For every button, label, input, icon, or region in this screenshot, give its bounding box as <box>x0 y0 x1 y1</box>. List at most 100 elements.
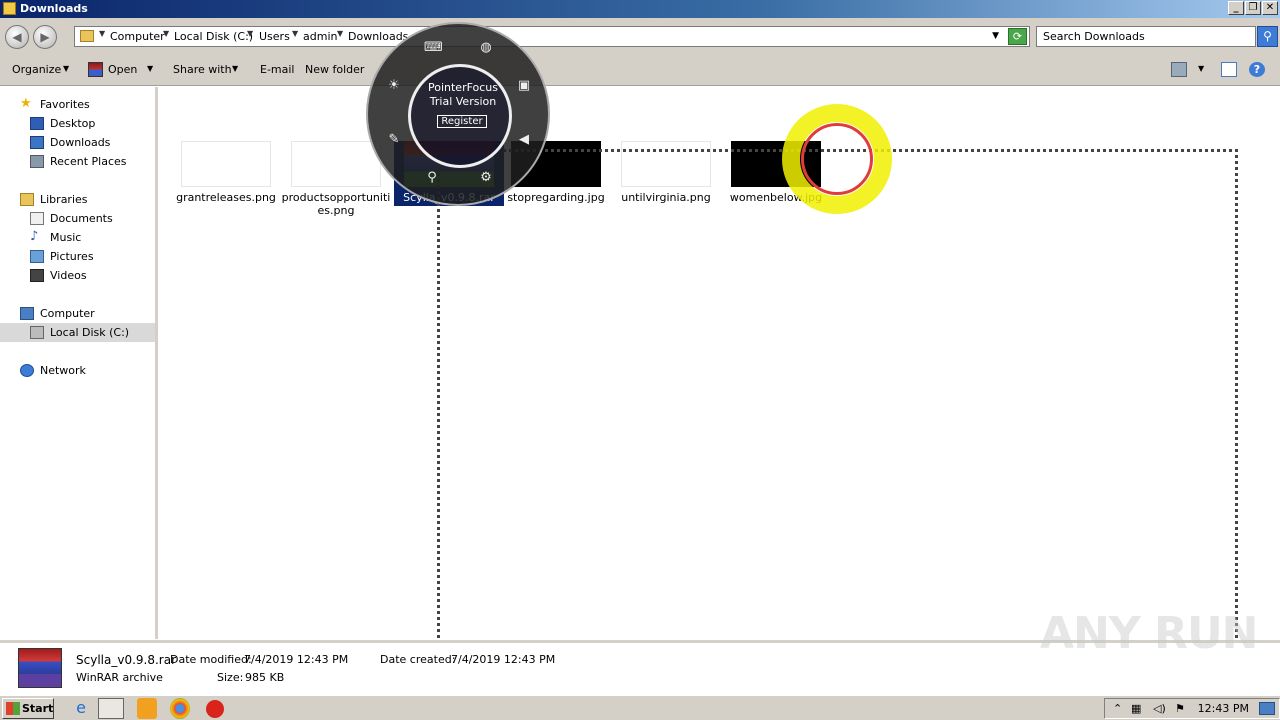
stop-icon[interactable] <box>206 700 224 718</box>
drive-icon <box>30 326 44 339</box>
title-bar: Downloads _ ❐ ✕ <box>0 0 1280 18</box>
email-button[interactable]: E-mail <box>260 63 295 76</box>
sidebar-item-local-disk[interactable]: Local Disk (C:) <box>0 323 155 342</box>
chevron-down-icon[interactable]: ▼ <box>1198 64 1204 73</box>
sidebar-item-libraries[interactable]: Libraries <box>0 190 155 209</box>
volume-icon[interactable]: ◀ <box>516 132 532 148</box>
details-date-created: 7/4/2019 12:43 PM <box>451 653 556 666</box>
eraser-icon[interactable]: ◍ <box>478 40 494 56</box>
sidebar-item-pictures[interactable]: Pictures <box>0 247 155 266</box>
sidebar-item-recent-places[interactable]: Recent Places <box>0 152 155 171</box>
sidebar-item-favorites[interactable]: ★ Favorites <box>0 95 155 114</box>
videos-icon <box>30 269 44 282</box>
recent-places-icon <box>30 155 44 168</box>
refresh-icon[interactable]: ⟳ <box>1008 28 1027 45</box>
folder-icon <box>80 30 94 42</box>
chevron-up-icon[interactable]: ⌃ <box>1113 702 1122 715</box>
desktop-icon <box>30 117 44 130</box>
breadcrumb-users[interactable]: Users <box>259 30 290 43</box>
search-icon[interactable]: ⚲ <box>1257 26 1278 47</box>
preview-pane-icon[interactable] <box>1221 62 1237 77</box>
pointerfocus-title: PointerFocus <box>427 81 499 94</box>
breadcrumb-local-disk[interactable]: Local Disk (C:) <box>174 30 253 43</box>
details-filename: Scylla_v0.9.8.rar <box>76 653 177 667</box>
sidebar-item-downloads[interactable]: Downloads <box>0 133 155 152</box>
chevron-icon[interactable]: ▼ <box>337 29 343 38</box>
clock[interactable]: 12:43 PM <box>1198 702 1249 715</box>
help-icon[interactable]: ? <box>1249 62 1265 77</box>
search-input[interactable]: Search Downloads <box>1036 26 1256 47</box>
back-button[interactable]: ◀ <box>5 25 29 49</box>
file-thumbnail <box>291 141 381 187</box>
chevron-down-icon[interactable]: ▼ <box>63 64 69 73</box>
breadcrumb-admin[interactable]: admin <box>303 30 337 43</box>
chevron-icon[interactable]: ▼ <box>247 29 253 38</box>
network-icon <box>20 364 34 377</box>
view-icon[interactable] <box>1171 62 1187 77</box>
window-icon[interactable]: ▣ <box>516 78 532 94</box>
restore-button[interactable]: ❐ <box>1245 1 1261 15</box>
window-title: Downloads <box>20 2 88 15</box>
address-bar[interactable]: ▼ Computer ▼ Local Disk (C:) ▼ Users ▼ a… <box>74 26 1030 47</box>
register-button[interactable]: Register <box>437 115 487 128</box>
chevron-icon[interactable]: ▼ <box>163 29 169 38</box>
cursor-click-ring <box>801 123 873 195</box>
media-player-icon[interactable] <box>137 698 157 719</box>
chrome-icon[interactable] <box>170 698 190 719</box>
magnifier-icon[interactable]: ⚲ <box>424 170 440 186</box>
breadcrumb-downloads[interactable]: Downloads <box>348 30 408 43</box>
lightbulb-icon[interactable]: ☀ <box>386 78 402 94</box>
keyboard-icon[interactable]: ⌨ <box>424 40 443 56</box>
minimize-button[interactable]: _ <box>1228 1 1244 15</box>
folder-icon <box>3 2 16 15</box>
show-desktop-icon[interactable] <box>1259 702 1275 715</box>
share-with-button[interactable]: Share with <box>173 63 232 76</box>
sidebar-item-music[interactable]: ♪ Music <box>0 228 155 247</box>
chevron-icon[interactable]: ▼ <box>292 29 298 38</box>
winrar-icon <box>18 648 62 688</box>
explorer-taskbar-button[interactable] <box>98 698 124 719</box>
ie-icon[interactable]: e <box>68 698 94 719</box>
pointerfocus-menu[interactable]: ⌨ ◍ ▣ ◀ ⚙ ⚲ ✎ ☀ PointerFocus Trial Versi… <box>366 22 550 206</box>
downloads-icon <box>30 136 44 149</box>
details-date-created-label: Date created: <box>380 653 456 666</box>
new-folder-button[interactable]: New folder <box>305 63 364 76</box>
volume-tray-icon[interactable]: ◁) <box>1153 702 1166 715</box>
pencil-icon[interactable]: ✎ <box>386 132 402 148</box>
flag-tray-icon[interactable]: ⚑ <box>1175 702 1185 715</box>
chevron-down-icon[interactable]: ▼ <box>232 64 238 73</box>
details-type: WinRAR archive <box>76 671 163 684</box>
taskbar: Start e ⌃ ▦ ◁) ⚑ 12:43 PM <box>0 695 1280 720</box>
network-tray-icon[interactable]: ▦ <box>1131 702 1141 715</box>
breadcrumb-computer[interactable]: Computer <box>110 30 165 43</box>
music-icon: ♪ <box>30 229 39 244</box>
close-button[interactable]: ✕ <box>1262 1 1278 15</box>
organize-button[interactable]: Organize <box>12 63 61 76</box>
windows-logo-icon <box>6 702 20 715</box>
sidebar-item-documents[interactable]: Documents <box>0 209 155 228</box>
details-date-modified-label: Date modified: <box>170 653 252 666</box>
navigation-pane: ★ Favorites Desktop Downloads Recent Pla… <box>0 87 158 639</box>
winrar-icon <box>88 62 103 77</box>
chevron-icon[interactable]: ▼ <box>99 29 105 38</box>
address-row: ◀ ▶ ▼ Computer ▼ Local Disk (C:) ▼ Users… <box>0 18 1280 54</box>
command-bar: Organize ▼ Open ▼ Share with ▼ E-mail Ne… <box>0 54 1280 86</box>
pointerfocus-center: PointerFocus Trial Version Register <box>408 64 512 168</box>
watermark: ANY RUN <box>1040 608 1258 659</box>
chevron-down-icon[interactable]: ▼ <box>147 64 153 73</box>
details-size-label: Size: <box>217 671 244 684</box>
sidebar-item-videos[interactable]: Videos <box>0 266 155 285</box>
forward-button[interactable]: ▶ <box>33 25 57 49</box>
pictures-icon <box>30 250 44 263</box>
file-item[interactable]: grantreleases.png <box>169 141 276 231</box>
sidebar-item-computer[interactable]: Computer <box>0 304 155 323</box>
gear-icon[interactable]: ⚙ <box>478 170 494 186</box>
star-icon: ★ <box>20 96 32 111</box>
sidebar-item-desktop[interactable]: Desktop <box>0 114 155 133</box>
pointerfocus-subtitle: Trial Version <box>429 95 497 108</box>
start-button[interactable]: Start <box>2 698 54 719</box>
address-dropdown-icon[interactable]: ▼ <box>992 31 999 41</box>
file-item[interactable]: productsopportunities.png <box>279 141 390 231</box>
open-button[interactable]: Open <box>108 63 137 76</box>
sidebar-item-network[interactable]: Network <box>0 361 155 380</box>
